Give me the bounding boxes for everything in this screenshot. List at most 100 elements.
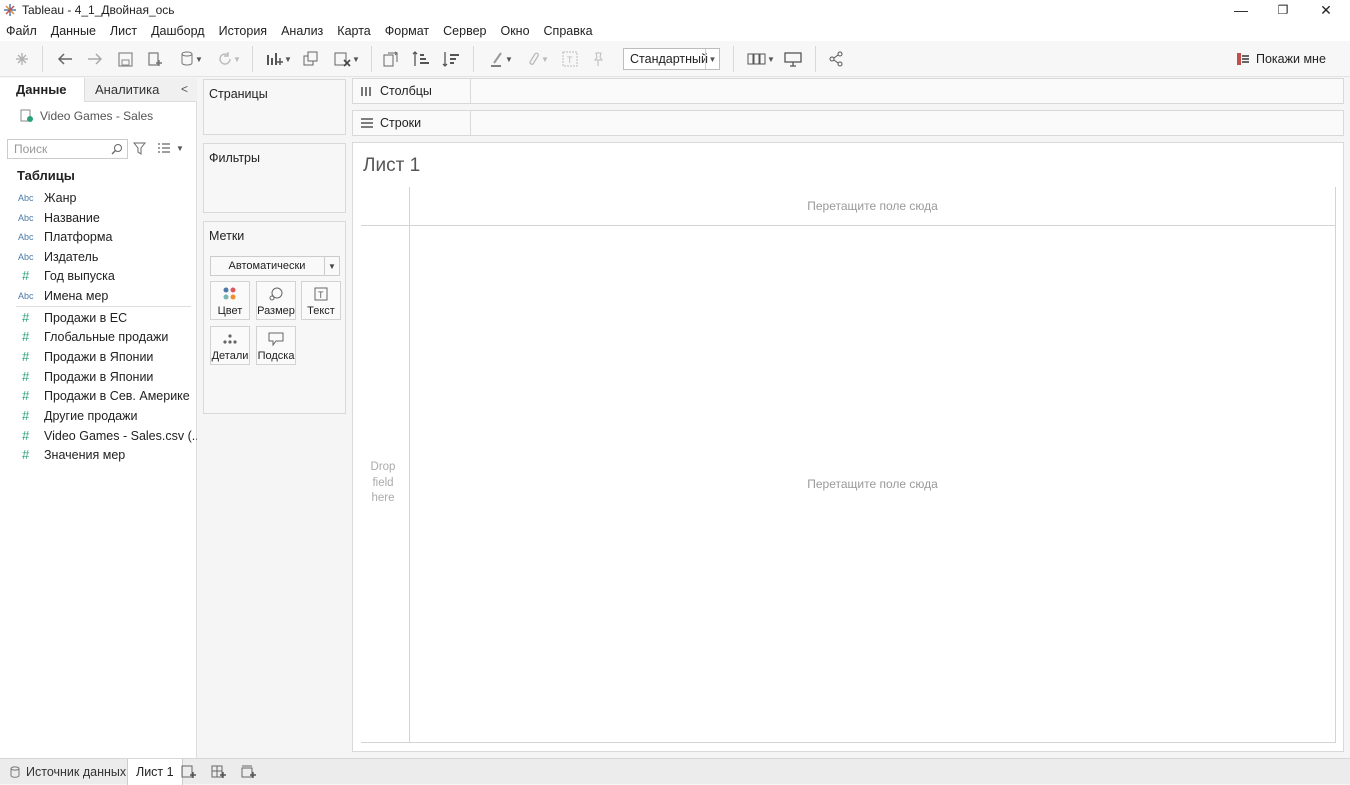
- show-hide-cards-icon[interactable]: ▼: [744, 48, 778, 70]
- restore-button[interactable]: ❐: [1263, 0, 1303, 20]
- sheet-title[interactable]: Лист 1: [363, 155, 420, 177]
- field-label: Год выпуска: [44, 268, 115, 283]
- pages-card[interactable]: Страницы: [203, 79, 346, 135]
- field-label: Имена мер: [44, 288, 109, 303]
- undo-arrow-icon[interactable]: [55, 48, 75, 70]
- menu-data[interactable]: Данные: [44, 24, 103, 38]
- tab-sheet-1-label: Лист 1: [136, 765, 174, 779]
- dimension-measure-divider: [16, 306, 191, 307]
- size-button[interactable]: Размер: [256, 281, 296, 320]
- number-type-icon: #: [22, 369, 30, 384]
- menu-dashboard[interactable]: Дашборд: [144, 24, 212, 38]
- clear-sheet-icon[interactable]: ▼: [330, 48, 364, 70]
- data-source-item[interactable]: Video Games - Sales: [20, 109, 153, 123]
- refresh-icon[interactable]: ▼: [211, 48, 247, 70]
- text-button[interactable]: T Текст: [301, 281, 341, 320]
- menu-file[interactable]: Файл: [0, 24, 44, 38]
- canvas-right-border: [1335, 187, 1336, 743]
- show-me-button[interactable]: Покажи мне: [1236, 48, 1326, 70]
- close-button[interactable]: ✕: [1306, 0, 1346, 20]
- field-item[interactable]: # Продажи в Японии: [0, 367, 196, 386]
- field-item[interactable]: # Продажи в Сев. Америке: [0, 386, 196, 405]
- sort-descending-icon[interactable]: [440, 48, 462, 70]
- show-me-label: Покажи мне: [1256, 52, 1326, 66]
- new-story-tab[interactable]: [241, 759, 259, 785]
- field-item[interactable]: # Продажи в ЕС: [0, 308, 196, 327]
- menu-story[interactable]: История: [212, 24, 274, 38]
- color-button[interactable]: Цвет: [210, 281, 250, 320]
- highlight-icon[interactable]: ▼: [484, 48, 518, 70]
- chevron-down-icon[interactable]: ▼: [705, 49, 719, 69]
- fit-select[interactable]: Стандартный ▼: [623, 48, 720, 70]
- chevron-down-icon[interactable]: ▼: [324, 257, 339, 275]
- drop-zone-view[interactable]: Перетащите поле сюда: [410, 477, 1335, 491]
- drop-zone-columns[interactable]: Перетащите поле сюда: [410, 199, 1335, 213]
- presentation-mode-icon[interactable]: [783, 48, 803, 70]
- field-item[interactable]: Abc Издатель: [0, 247, 196, 266]
- tableau-start-icon[interactable]: [12, 48, 32, 70]
- menu-help[interactable]: Справка: [537, 24, 600, 38]
- search-box: [7, 139, 128, 159]
- marks-card: Метки Автоматически ▼ Цвет Размер T Текс…: [203, 221, 346, 414]
- field-item[interactable]: Abc Жанр: [0, 188, 196, 207]
- share-icon[interactable]: [826, 48, 846, 70]
- new-worksheet-icon[interactable]: ▼: [262, 48, 296, 70]
- color-icon: [211, 287, 249, 301]
- tooltip-button[interactable]: Подска: [256, 326, 296, 365]
- list-view-icon[interactable]: [157, 143, 171, 154]
- field-item[interactable]: # Год выпуска: [0, 266, 196, 285]
- rows-shelf[interactable]: Строки: [352, 110, 1344, 136]
- field-item[interactable]: Abc Название: [0, 208, 196, 227]
- drop-zone-rows[interactable]: Drop field here: [363, 460, 403, 507]
- columns-shelf[interactable]: Столбцы: [352, 78, 1344, 104]
- number-type-icon: #: [22, 388, 30, 403]
- number-type-icon: #: [22, 349, 30, 364]
- view-dropdown-icon[interactable]: ▼: [176, 144, 184, 153]
- save-icon[interactable]: [115, 48, 135, 70]
- columns-label: Столбцы: [380, 84, 432, 98]
- sort-ascending-icon[interactable]: [410, 48, 432, 70]
- pin-axes-icon[interactable]: [588, 48, 608, 70]
- filters-card[interactable]: Фильтры: [203, 143, 346, 213]
- show-mark-labels-icon[interactable]: T: [560, 48, 580, 70]
- duplicate-sheet-icon[interactable]: [301, 48, 321, 70]
- mark-type-select[interactable]: Автоматически ▼: [210, 256, 340, 276]
- row-header-divider: [409, 187, 410, 743]
- group-members-icon[interactable]: ▼: [520, 48, 554, 70]
- swap-rows-columns-icon[interactable]: [380, 48, 402, 70]
- new-dashboard-tab[interactable]: [211, 759, 229, 785]
- minimize-button[interactable]: —: [1221, 0, 1261, 20]
- menu-analysis[interactable]: Анализ: [274, 24, 330, 38]
- svg-text:T: T: [567, 55, 573, 65]
- field-item[interactable]: # Глобальные продажи: [0, 327, 196, 346]
- field-label: Продажи в ЕС: [44, 310, 128, 325]
- new-data-source-icon[interactable]: [145, 48, 165, 70]
- field-item[interactable]: Abc Имена мер: [0, 286, 196, 305]
- redo-arrow-icon[interactable]: [85, 48, 105, 70]
- tab-data[interactable]: Данные: [16, 82, 67, 97]
- new-dashboard-icon: [211, 765, 226, 778]
- field-item[interactable]: # Другие продажи: [0, 406, 196, 425]
- menu-map[interactable]: Карта: [330, 24, 377, 38]
- marks-card-title: Метки: [209, 229, 245, 243]
- tab-sheet-1[interactable]: Лист 1: [127, 759, 183, 785]
- pause-updates-icon[interactable]: ▼: [173, 48, 209, 70]
- filter-icon[interactable]: [133, 142, 146, 155]
- tab-data-source[interactable]: Источник данных: [6, 759, 132, 785]
- field-item[interactable]: # Video Games - Sales.csv (...: [0, 426, 202, 445]
- menu-window[interactable]: Окно: [493, 24, 536, 38]
- string-type-icon: Abc: [18, 192, 34, 203]
- field-item[interactable]: # Значения мер: [0, 445, 196, 464]
- field-label: Глобальные продажи: [44, 329, 169, 344]
- field-item[interactable]: Abc Платформа: [0, 227, 196, 246]
- detail-button[interactable]: Детали: [210, 326, 250, 365]
- field-item[interactable]: # Продажи в Японии: [0, 347, 196, 366]
- menu-worksheet[interactable]: Лист: [103, 24, 144, 38]
- collapse-pane-icon[interactable]: <: [181, 82, 188, 96]
- menu-format[interactable]: Формат: [378, 24, 436, 38]
- color-label: Цвет: [217, 305, 243, 317]
- search-input[interactable]: [14, 142, 110, 156]
- menu-server[interactable]: Сервер: [436, 24, 493, 38]
- string-type-icon: Abc: [18, 212, 34, 223]
- new-worksheet-tab[interactable]: [181, 759, 199, 785]
